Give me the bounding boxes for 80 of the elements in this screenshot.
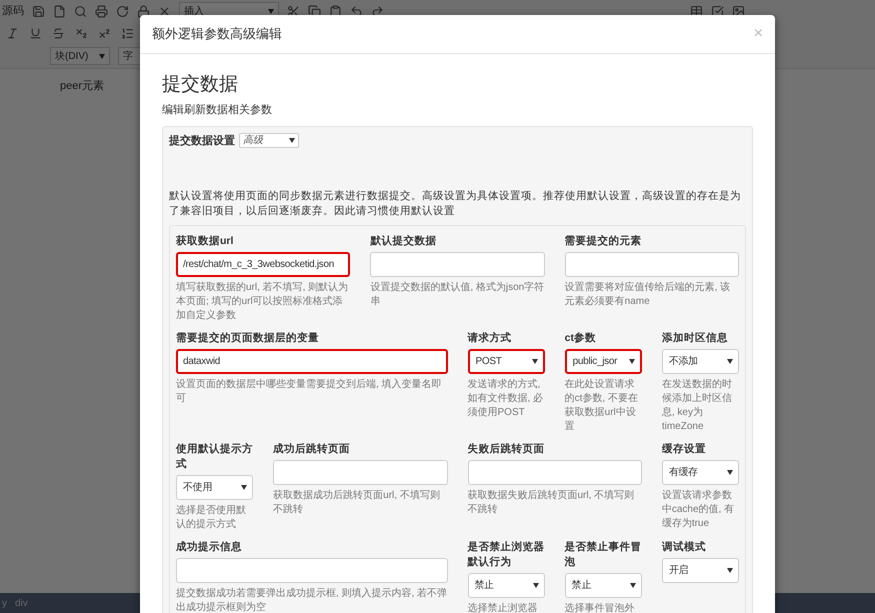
field-label: 成功后跳转页面 <box>273 442 352 457</box>
section-heading: 提交数据 <box>162 73 239 97</box>
scissors-icon[interactable] <box>287 4 300 18</box>
input-field[interactable] <box>273 460 448 485</box>
caret-icon <box>532 583 539 588</box>
lock-icon[interactable] <box>137 4 150 18</box>
field-label: 默认提交数据 <box>370 234 438 249</box>
copy-icon[interactable] <box>308 4 321 18</box>
editor-text: peer元素 <box>60 80 104 92</box>
select-dropdown[interactable]: 有缓存 <box>662 460 739 485</box>
dialog-title: 额外逻辑参数高级编辑 <box>152 25 282 44</box>
caret-icon <box>532 359 538 364</box>
section-subtitle: 编辑刷新数据相关参数 <box>162 102 273 118</box>
block-select[interactable]: 块(DIV) <box>50 47 110 65</box>
caret-icon <box>630 583 636 588</box>
field-label: 需要提交的页面数据层的变量 <box>176 331 320 346</box>
caret-icon <box>99 54 105 58</box>
close-icon[interactable] <box>158 4 171 18</box>
field-hint: 发送请求的方式, 如有文件数据, 必须使用POST <box>468 378 544 420</box>
image-icon[interactable] <box>732 4 745 18</box>
strikethrough-icon[interactable] <box>52 26 65 40</box>
field-label: 使用默认提示方式 <box>176 442 254 472</box>
field-label: 成功提示信息 <box>176 540 243 555</box>
input-field[interactable] <box>370 252 545 277</box>
input-field[interactable]: dataxwid <box>176 349 448 374</box>
select-dropdown[interactable]: public_jsor <box>564 349 642 374</box>
input-field[interactable] <box>176 558 448 583</box>
settings-description: 默认设置将使用页面的同步数据元素进行数据提交。高级设置为具体设置项。推荐使用默认设置，高级设置的存在是为了兼容旧项目，以后回逐渐废弃。因此请习惯使用默认设置 <box>169 189 742 219</box>
input-field[interactable] <box>564 252 739 277</box>
input-field[interactable]: /rest/chat/m_c_3_3websocketid.json <box>176 252 350 277</box>
field-hint: 在此处设置请求的ct参数, 不要在获取数据url中设置 <box>564 378 639 434</box>
field-label: 缓存设置 <box>662 442 707 457</box>
italic-icon[interactable] <box>6 26 19 40</box>
caret-icon <box>241 485 248 490</box>
field-label: 获取数据url <box>176 234 234 249</box>
select-dropdown[interactable]: 不使用 <box>176 475 254 500</box>
field-label: 请求方式 <box>468 331 512 346</box>
field-hint: 设置页面的数据层中哪些变量需要提交到后端, 填入变量名即可 <box>176 378 443 406</box>
caret-icon <box>727 568 733 573</box>
mode-select[interactable]: 高级 <box>239 133 299 148</box>
field-hint: 获取数据失败后跳转页面url, 不填写则不跳转 <box>468 489 636 517</box>
underline-icon[interactable] <box>29 26 42 40</box>
field-hint: 选择禁止浏览器 <box>468 602 538 613</box>
field-label: 是否禁止事件冒泡 <box>564 540 642 570</box>
subscript-icon[interactable] <box>75 26 88 40</box>
save-icon[interactable] <box>32 4 45 18</box>
field-hint: 设置该请求参数中cache的值, 有缓存为true <box>662 489 736 531</box>
printer-icon[interactable] <box>95 4 108 18</box>
select-dropdown[interactable]: 禁止 <box>468 573 545 598</box>
field-label: 是否禁止浏览器默认行为 <box>468 540 545 570</box>
field-label: 失败后跳转页面 <box>468 442 546 457</box>
select-dropdown[interactable]: POST <box>468 349 545 374</box>
field-hint: 设置提交数据的默认值, 格式为json字符串 <box>370 281 545 309</box>
field-hint: 在发送数据的时候添加上时区信息, key为timeZone <box>662 378 733 434</box>
refresh-icon[interactable] <box>116 4 129 18</box>
file-icon[interactable] <box>53 4 66 18</box>
input-field[interactable] <box>468 460 642 485</box>
select-dropdown[interactable]: 禁止 <box>564 573 642 598</box>
field-label: 添加时区信息 <box>662 331 729 346</box>
field-hint: 填写获取数据的url, 若不填写, 则默认为本页面; 填写的url可以按照标准格式添加自定义参数 <box>176 281 350 323</box>
field-label: ct参数 <box>564 331 597 346</box>
numbered-list-icon[interactable] <box>121 26 134 40</box>
select-dropdown[interactable]: 不添加 <box>662 349 739 374</box>
select-dropdown[interactable]: 开启 <box>662 558 739 583</box>
superscript-icon[interactable] <box>98 26 111 40</box>
caret-icon <box>289 138 295 144</box>
field-label: 调试模式 <box>662 540 707 555</box>
field-hint: 设置需要将对应值传给后端的元素, 该元素必须要有name <box>564 281 732 309</box>
field-hint: 提交数据成功若需要弹出成功提示框, 则填入提示内容, 若不弹出成功提示框则为空 <box>176 587 448 613</box>
search-icon[interactable] <box>74 4 87 18</box>
toolbar-label: 源码 <box>2 4 24 19</box>
field-hint: 选择事件冒泡外 <box>564 602 636 613</box>
settings-label: 提交数据设置 <box>169 134 235 148</box>
field-hint: 选择是否使用默认的提示方式 <box>176 504 247 532</box>
caret-icon <box>727 470 733 475</box>
field-label: 需要提交的元素 <box>564 234 643 249</box>
caret-icon <box>727 359 733 364</box>
caret-icon <box>628 359 635 364</box>
table-icon[interactable] <box>690 4 703 18</box>
field-hint: 获取数据成功后跳转页面url, 不填写则不跳转 <box>273 489 441 517</box>
